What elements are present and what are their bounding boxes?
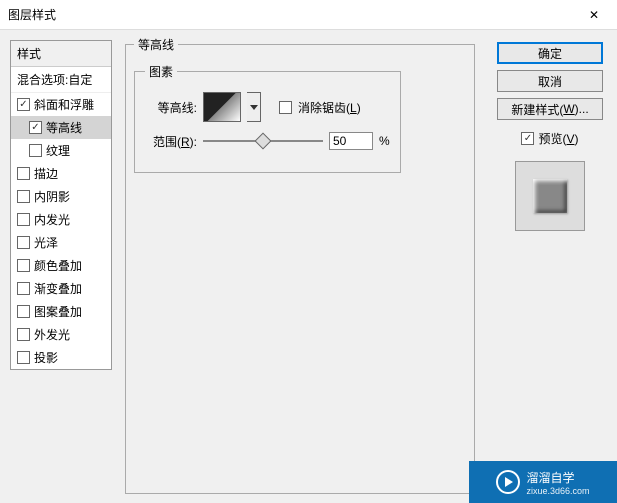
style-item-label: 投影: [34, 349, 58, 366]
style-item-label: 图案叠加: [34, 303, 82, 320]
style-item-label: 内发光: [34, 211, 70, 228]
style-item-label: 渐变叠加: [34, 280, 82, 297]
contour-picker[interactable]: [203, 92, 241, 122]
antialias-checkbox[interactable]: [279, 101, 292, 114]
range-slider[interactable]: [203, 133, 323, 149]
style-item-label: 斜面和浮雕: [34, 96, 94, 113]
style-item-label: 描边: [34, 165, 58, 182]
style-item-label: 等高线: [46, 119, 82, 136]
element-fieldset: 图素 等高线: 消除锯齿(L) 范围(R): %: [134, 63, 401, 173]
style-item[interactable]: 等高线: [11, 116, 111, 139]
range-input[interactable]: [329, 132, 373, 150]
style-item[interactable]: 纹理: [11, 139, 111, 162]
slider-thumb[interactable]: [255, 133, 272, 150]
blend-options[interactable]: 混合选项:自定: [11, 67, 111, 93]
contour-dropdown[interactable]: [247, 92, 261, 122]
play-icon: [496, 470, 520, 494]
style-item[interactable]: 图案叠加: [11, 300, 111, 323]
watermark-sub: zixue.3d66.com: [526, 486, 589, 496]
cancel-button[interactable]: 取消: [497, 70, 603, 92]
range-row: 范围(R): %: [145, 132, 390, 150]
preview-checkbox-row[interactable]: 预览(V): [497, 130, 603, 147]
style-item[interactable]: 外发光: [11, 323, 111, 346]
window-title: 图层样式: [8, 6, 571, 23]
right-panel: 确定 取消 新建样式(W)... 预览(V): [497, 42, 603, 231]
style-item[interactable]: 内发光: [11, 208, 111, 231]
watermark-main: 溜溜自学: [526, 471, 574, 485]
style-item[interactable]: 斜面和浮雕: [11, 93, 111, 116]
style-checkbox[interactable]: [29, 144, 42, 157]
style-checkbox[interactable]: [17, 328, 30, 341]
style-item-label: 光泽: [34, 234, 58, 251]
styles-header[interactable]: 样式: [11, 41, 111, 67]
contour-fieldset: 等高线 图素 等高线: 消除锯齿(L) 范围(R): %: [125, 36, 475, 494]
style-checkbox[interactable]: [17, 351, 30, 364]
style-checkbox[interactable]: [17, 167, 30, 180]
style-item-label: 颜色叠加: [34, 257, 82, 274]
contour-label: 等高线:: [145, 99, 197, 116]
dialog-body: 样式 混合选项:自定 斜面和浮雕等高线纹理描边内阴影内发光光泽颜色叠加渐变叠加图…: [0, 30, 617, 503]
contour-row: 等高线: 消除锯齿(L): [145, 92, 390, 122]
style-item-label: 纹理: [46, 142, 70, 159]
style-checkbox[interactable]: [17, 282, 30, 295]
style-item[interactable]: 渐变叠加: [11, 277, 111, 300]
style-checkbox[interactable]: [17, 305, 30, 318]
watermark: 溜溜自学 zixue.3d66.com: [469, 461, 617, 503]
style-item[interactable]: 颜色叠加: [11, 254, 111, 277]
range-label: 范围(R):: [145, 133, 197, 150]
title-bar: 图层样式 ✕: [0, 0, 617, 30]
style-checkbox[interactable]: [17, 236, 30, 249]
style-item-label: 外发光: [34, 326, 70, 343]
style-checkbox[interactable]: [17, 259, 30, 272]
close-button[interactable]: ✕: [571, 0, 617, 30]
style-checkbox[interactable]: [17, 213, 30, 226]
style-list: 样式 混合选项:自定 斜面和浮雕等高线纹理描边内阴影内发光光泽颜色叠加渐变叠加图…: [10, 40, 112, 370]
ok-button[interactable]: 确定: [497, 42, 603, 64]
style-item[interactable]: 内阴影: [11, 185, 111, 208]
style-item[interactable]: 投影: [11, 346, 111, 369]
preview-label: 预览(V): [538, 130, 578, 147]
contour-legend: 等高线: [134, 36, 178, 53]
preview-box: [515, 161, 585, 231]
antialias-label: 消除锯齿(L): [298, 99, 361, 116]
style-checkbox[interactable]: [29, 121, 42, 134]
preview-thumbnail: [533, 179, 567, 213]
style-checkbox[interactable]: [17, 98, 30, 111]
element-legend: 图素: [145, 63, 177, 80]
range-unit: %: [379, 134, 390, 148]
new-style-button[interactable]: 新建样式(W)...: [497, 98, 603, 120]
style-item-label: 内阴影: [34, 188, 70, 205]
style-item[interactable]: 描边: [11, 162, 111, 185]
style-checkbox[interactable]: [17, 190, 30, 203]
preview-checkbox[interactable]: [521, 132, 534, 145]
style-item[interactable]: 光泽: [11, 231, 111, 254]
close-icon: ✕: [589, 8, 599, 22]
